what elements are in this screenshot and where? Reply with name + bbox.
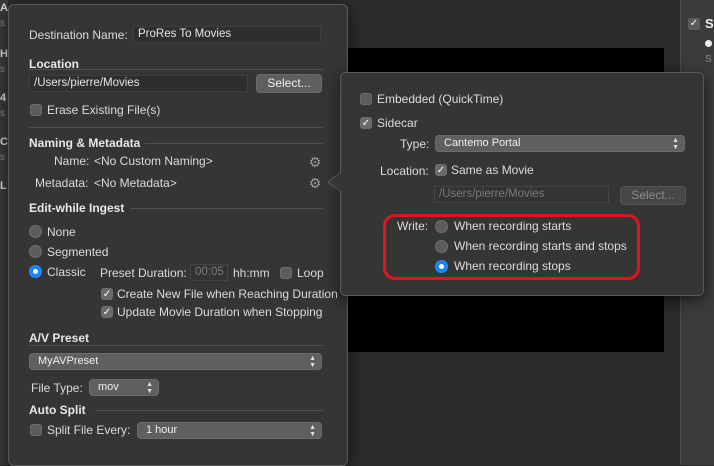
- edit-header-rule: [130, 208, 323, 209]
- background-title: S: [705, 16, 714, 31]
- sidecar-type-value: Cantemo Portal: [444, 137, 521, 149]
- edit-while-ingest-header: Edit-while Ingest: [29, 201, 125, 215]
- update-duration-checkbox[interactable]: ✓: [101, 306, 113, 318]
- split-interval-value: 1 hour: [146, 424, 178, 436]
- naming-name-value: <No Custom Naming>: [94, 154, 213, 168]
- background-fragment: L: [0, 180, 7, 192]
- split-interval-popup[interactable]: 1 hour ▲ ▼: [137, 422, 322, 439]
- background-subtitle: S: [705, 54, 712, 65]
- edit-option-segmented-radio[interactable]: [29, 245, 42, 258]
- av-preset-value: MyAVPreset: [38, 355, 99, 367]
- background-fragment: H: [0, 48, 8, 60]
- metadata-label: Metadata:: [35, 176, 89, 190]
- section-divider: [29, 127, 323, 128]
- sidecar-label: Sidecar: [377, 116, 418, 130]
- popup-arrows-icon: ▲ ▼: [309, 424, 316, 438]
- av-preset-popup[interactable]: MyAVPreset ▲ ▼: [29, 353, 322, 370]
- popup-arrows-icon: ▲ ▼: [672, 137, 679, 151]
- sidecar-select-button[interactable]: Select...: [620, 186, 686, 205]
- edit-option-classic-radio[interactable]: [29, 265, 42, 278]
- same-as-movie-label: Same as Movie: [451, 163, 534, 177]
- background-fragment: s: [0, 152, 5, 163]
- create-new-file-checkbox[interactable]: ✓: [101, 288, 113, 300]
- file-type-popup[interactable]: mov ▲ ▼: [89, 379, 159, 396]
- naming-metadata-header: Naming & Metadata: [29, 136, 141, 150]
- annotation-highlight-box: [383, 214, 640, 280]
- metadata-value: <No Metadata>: [94, 176, 177, 190]
- popover-arrow-fill: [329, 173, 341, 191]
- create-new-file-label: Create New File when Reaching Duration: [117, 287, 338, 301]
- popup-arrows-icon: ▲ ▼: [146, 381, 153, 395]
- update-duration-label: Update Movie Duration when Stopping: [117, 305, 323, 319]
- loop-checkbox[interactable]: [280, 267, 292, 279]
- location-path-field[interactable]: /Users/pierre/Movies: [29, 75, 248, 92]
- location-select-button[interactable]: Select...: [256, 74, 322, 93]
- background-dot: [705, 40, 712, 47]
- embedded-quicktime-checkbox[interactable]: [360, 93, 372, 105]
- background-fragment: 4: [0, 92, 7, 104]
- background-fragment: s: [0, 18, 5, 29]
- edit-option-none-label: None: [47, 225, 76, 239]
- preset-duration-label: Preset Duration:: [100, 266, 187, 280]
- av-preset-header: A/V Preset: [29, 331, 90, 345]
- sidecar-type-popup[interactable]: Cantemo Portal ▲ ▼: [435, 135, 685, 152]
- split-file-label: Split File Every:: [47, 423, 131, 437]
- same-as-movie-checkbox[interactable]: ✓: [435, 164, 447, 176]
- erase-existing-label: Erase Existing File(s): [47, 103, 161, 117]
- preset-duration-unit: hh:mm: [233, 266, 270, 280]
- background-fragment: C: [0, 136, 8, 148]
- background-checkbox: ✓: [688, 18, 700, 30]
- destination-name-label: Destination Name:: [29, 28, 128, 42]
- loop-label: Loop: [297, 266, 324, 280]
- background-fragment: A: [0, 2, 8, 14]
- destination-name-field[interactable]: ProRes To Movies: [133, 26, 321, 43]
- naming-gear-icon[interactable]: ⚙: [308, 155, 322, 169]
- file-type-value: mov: [98, 381, 119, 393]
- naming-header-rule: [145, 143, 323, 144]
- popup-arrows-icon: ▲ ▼: [309, 355, 316, 369]
- av-preset-rule: [29, 345, 323, 346]
- split-file-checkbox[interactable]: [30, 424, 42, 436]
- auto-split-header: Auto Split: [29, 403, 86, 417]
- sidecar-location-path-field[interactable]: /Users/pierre/Movies: [434, 186, 609, 203]
- embedded-quicktime-label: Embedded (QuickTime): [377, 92, 504, 106]
- background-fragment: s: [0, 108, 5, 119]
- naming-name-label: Name:: [54, 154, 90, 168]
- erase-existing-checkbox[interactable]: [30, 104, 42, 116]
- auto-split-rule: [95, 410, 323, 411]
- background-window-edge: A s H s 4 s C s L: [0, 0, 8, 465]
- edit-option-segmented-label: Segmented: [47, 245, 109, 259]
- edit-option-classic-label: Classic: [47, 265, 86, 279]
- edit-option-none-radio[interactable]: [29, 225, 42, 238]
- sidecar-location-label: Location:: [380, 164, 429, 178]
- preset-duration-field[interactable]: 00:05: [190, 264, 228, 281]
- metadata-gear-icon[interactable]: ⚙: [308, 176, 322, 190]
- file-type-label: File Type:: [31, 381, 83, 395]
- sidecar-checkbox[interactable]: ✓: [360, 117, 372, 129]
- sidecar-type-label: Type:: [400, 137, 430, 151]
- location-header-underline: [29, 69, 323, 70]
- background-fragment: s: [0, 64, 5, 75]
